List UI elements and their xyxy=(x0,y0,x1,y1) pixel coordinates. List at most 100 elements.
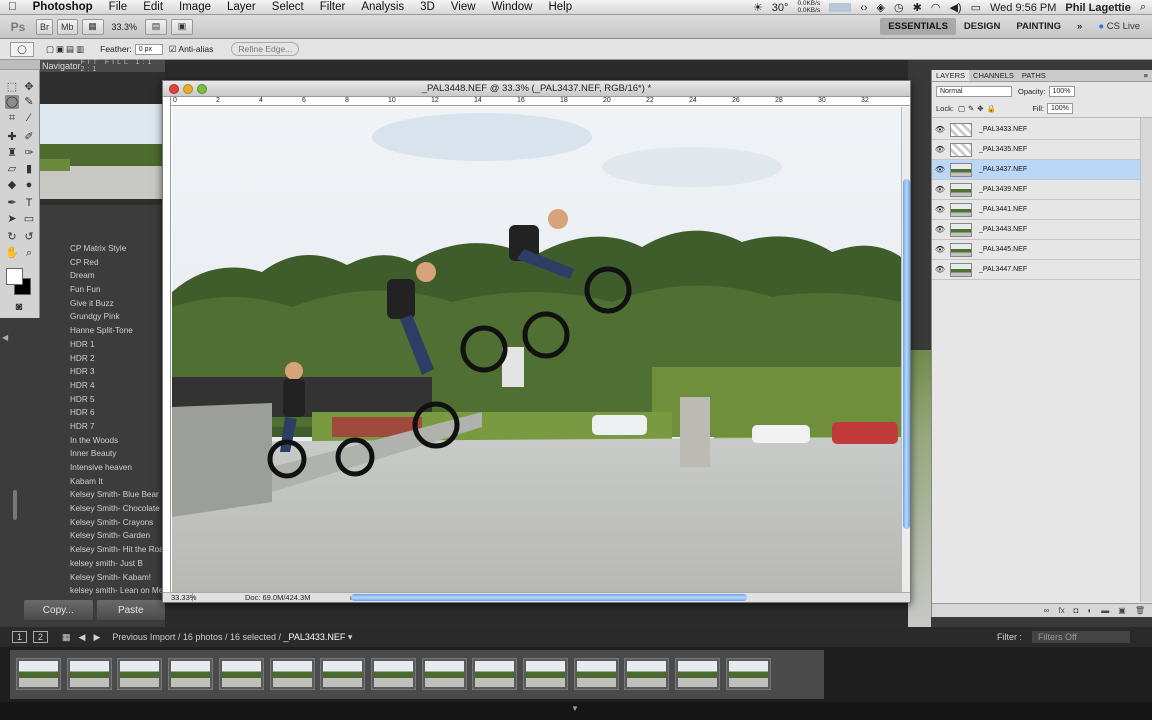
weather-icon[interactable]: ☀ xyxy=(753,1,763,14)
preset-item[interactable]: kelsey smith- Lean on Me xyxy=(56,584,165,595)
blur-tool-icon[interactable]: ◆ xyxy=(5,178,19,192)
layer-thumbnail[interactable] xyxy=(950,202,972,217)
menu-analysis[interactable]: Analysis xyxy=(353,1,412,13)
menu-view[interactable]: View xyxy=(443,1,484,13)
brush-tool-icon[interactable]: ✐ xyxy=(22,130,36,144)
menu-select[interactable]: Select xyxy=(264,1,312,13)
bottom-panel-arrow-icon[interactable]: ▼ xyxy=(571,704,579,713)
layer-row[interactable]: 👁 _PAL3443.NEF xyxy=(932,220,1140,240)
visibility-eye-icon[interactable]: 👁 xyxy=(932,225,948,234)
menu-help[interactable]: Help xyxy=(540,1,580,13)
visibility-eye-icon[interactable]: 👁 xyxy=(932,145,948,154)
screen-mode-button[interactable]: ▣ xyxy=(171,18,194,35)
horizontal-scroll-thumb[interactable] xyxy=(351,594,747,601)
refine-edge-button[interactable]: Refine Edge... xyxy=(231,42,300,56)
menu-image[interactable]: Image xyxy=(171,1,219,13)
bridge-button[interactable]: Br xyxy=(36,18,53,35)
marquee-tool-icon[interactable]: ⬚ xyxy=(5,80,19,94)
navigator-preview[interactable] xyxy=(40,104,165,199)
menu-window[interactable]: Window xyxy=(484,1,541,13)
nav-forward-icon[interactable]: ▶ xyxy=(93,632,100,643)
zoom-window-icon[interactable] xyxy=(197,84,207,94)
filmstrip-thumbnail[interactable] xyxy=(117,658,163,690)
healing-tool-icon[interactable]: ✚ xyxy=(5,130,19,144)
vertical-scroll-thumb[interactable] xyxy=(903,179,910,529)
layer-name[interactable]: _PAL3447.NEF xyxy=(979,266,1027,273)
filmstrip-thumbnail[interactable] xyxy=(472,658,518,690)
layer-name[interactable]: _PAL3439.NEF xyxy=(979,186,1027,193)
image-canvas[interactable] xyxy=(172,107,901,592)
dodge-tool-icon[interactable]: ● xyxy=(22,178,36,192)
preset-item[interactable]: Kelsey Smith- Chocolate xyxy=(56,502,165,516)
app-menu[interactable]: Photoshop xyxy=(25,1,101,13)
layer-name[interactable]: _PAL3435.NEF xyxy=(979,146,1027,153)
filmstrip-thumbnail[interactable] xyxy=(16,658,61,690)
history-brush-tool-icon[interactable]: ✑ xyxy=(22,146,36,160)
lr-left-edge-arrow-icon[interactable]: ◀ xyxy=(2,333,8,342)
apple-menu-icon[interactable]:  xyxy=(0,1,25,13)
tab-paths[interactable]: PATHS xyxy=(1018,70,1050,81)
layer-thumbnail[interactable] xyxy=(950,162,972,177)
workspace-painting[interactable]: PAINTING xyxy=(1008,21,1069,32)
layer-thumbnail[interactable] xyxy=(950,182,972,197)
filmstrip-thumbnail[interactable] xyxy=(168,658,214,690)
layer-row[interactable]: 👁 _PAL3441.NEF xyxy=(932,200,1140,220)
layer-row[interactable]: 👁 _PAL3439.NEF xyxy=(932,180,1140,200)
layer-name[interactable]: _PAL3443.NEF xyxy=(979,226,1027,233)
3d-rotate-tool-icon[interactable]: ↻ xyxy=(5,230,19,244)
preset-item[interactable]: HDR 5 xyxy=(56,393,165,407)
antialias-checkbox[interactable]: ☑ xyxy=(169,44,177,55)
layer-row[interactable]: 👁 _PAL3437.NEF xyxy=(932,160,1140,180)
preset-item[interactable]: Kelsey Smith- Hit the Road xyxy=(56,543,165,557)
filmstrip-thumbnail[interactable] xyxy=(320,658,366,690)
filter-select[interactable]: Filters Off xyxy=(1032,631,1130,643)
workspace-design[interactable]: DESIGN xyxy=(956,21,1008,32)
layer-thumbnail[interactable] xyxy=(950,142,972,157)
screen-1-button[interactable]: 1 xyxy=(12,631,28,643)
minimize-icon[interactable] xyxy=(183,84,193,94)
preset-item[interactable]: Dream xyxy=(56,269,165,283)
filmstrip-thumbnail[interactable] xyxy=(624,658,670,690)
preset-item[interactable]: Kelsey Smith- Kabam! xyxy=(56,571,165,585)
preset-item[interactable]: Kabam It xyxy=(56,475,165,489)
trash-icon[interactable]: 🗑 xyxy=(1135,606,1145,615)
display-icon[interactable]: ▭ xyxy=(971,1,981,14)
grid-view-icon[interactable]: ▦ xyxy=(62,632,71,643)
preset-item[interactable]: In the Woods xyxy=(56,434,165,448)
lasso-preset-icon[interactable]: ◯ xyxy=(10,41,34,57)
preset-item[interactable]: CP Red xyxy=(56,256,165,270)
preset-item[interactable]: Kelsey Smith- Crayons xyxy=(56,516,165,530)
zoom-level[interactable]: 33.3% xyxy=(112,22,138,32)
filmstrip-thumbnail[interactable] xyxy=(269,658,315,690)
wifi-icon[interactable]: ◠ xyxy=(931,1,941,14)
workspace-essentials[interactable]: ESSENTIALS xyxy=(880,18,956,35)
preset-item[interactable]: Kelsey Smith- Blue Bear xyxy=(56,488,165,502)
filmstrip-thumbnail[interactable] xyxy=(523,658,568,690)
preset-item[interactable]: Intensive heaven xyxy=(56,461,165,475)
adjustment-layer-icon[interactable]: ◐ xyxy=(1087,606,1092,615)
visibility-eye-icon[interactable]: 👁 xyxy=(932,185,948,194)
zoom-tool-icon[interactable]: ⌕ xyxy=(22,246,36,260)
foreground-color-swatch[interactable] xyxy=(6,268,23,285)
feather-input[interactable]: 0 px xyxy=(134,43,163,55)
eraser-tool-icon[interactable]: ▱ xyxy=(5,162,19,176)
eyedropper-tool-icon[interactable]: ⁄ xyxy=(22,111,36,125)
preset-item[interactable]: Fun Fun xyxy=(56,283,165,297)
horizontal-ruler[interactable]: 0 2 4 6 8 10 12 14 16 18 20 22 24 26 28 30 32 xyxy=(171,97,910,106)
hand-tool-icon[interactable]: ✋ xyxy=(5,246,19,260)
view-extras-button[interactable]: ▦ xyxy=(81,18,104,35)
temperature[interactable]: 30° xyxy=(772,2,789,14)
layers-scrollbar[interactable] xyxy=(1140,118,1152,602)
filmstrip-thumbnail[interactable] xyxy=(573,658,619,690)
layer-thumbnail[interactable] xyxy=(950,262,972,277)
paste-button[interactable]: Paste xyxy=(96,600,165,620)
layer-name[interactable]: _PAL3441.NEF xyxy=(979,206,1027,213)
preset-item[interactable]: Inner Beauty xyxy=(56,447,165,461)
layer-row[interactable]: 👁 _PAL3433.NEF xyxy=(932,120,1140,140)
link-layers-icon[interactable]: ∞ xyxy=(1044,606,1050,615)
nav-back-icon[interactable]: ◀ xyxy=(79,632,86,643)
menu-file[interactable]: File xyxy=(101,1,136,13)
lasso-tool-icon[interactable]: ◯ xyxy=(5,95,19,109)
layer-thumbnail[interactable] xyxy=(950,222,972,237)
preset-item[interactable]: Give it Buzz xyxy=(56,297,165,311)
